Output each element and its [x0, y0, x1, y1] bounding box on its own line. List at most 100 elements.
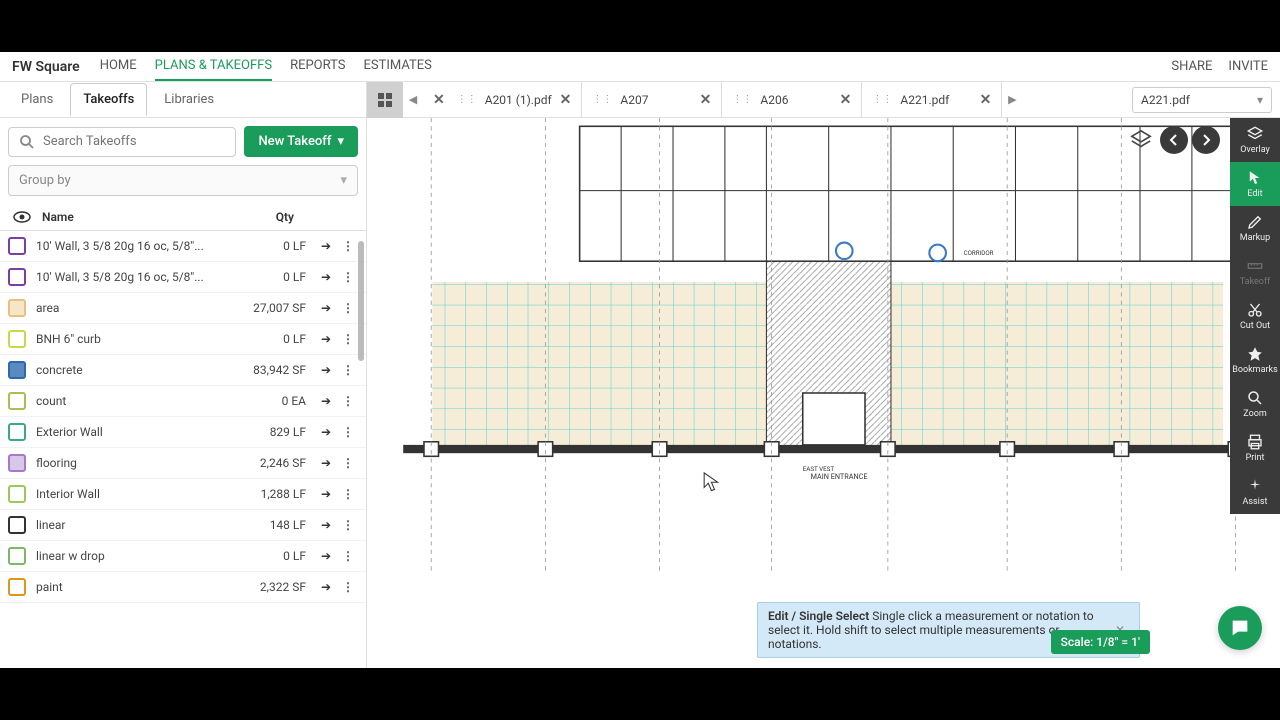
tabs-next[interactable]: ▶: [1002, 93, 1022, 106]
doc-tab-label: A201 (1).pdf: [485, 93, 552, 107]
takeoff-qty: 829 LF: [234, 425, 314, 439]
takeoff-row[interactable]: flooring 2,246 SF ➔ ⋮: [0, 448, 366, 479]
takeoff-row[interactable]: Exterior Wall 829 LF ➔ ⋮: [0, 417, 366, 448]
close-icon[interactable]: ✕: [980, 92, 992, 108]
takeoff-row[interactable]: area 27,007 SF ➔ ⋮: [0, 293, 366, 324]
tab-libraries[interactable]: Libraries: [151, 83, 227, 116]
new-takeoff-button[interactable]: New Takeoff ▾: [244, 126, 358, 157]
goto-arrow-icon[interactable]: ➔: [314, 487, 338, 501]
tab-plans[interactable]: Plans: [8, 83, 66, 116]
takeoff-row[interactable]: Interior Wall 1,288 LF ➔ ⋮: [0, 479, 366, 510]
canvas-prev-button[interactable]: [1160, 126, 1188, 154]
tool-overlay[interactable]: Overlay: [1230, 118, 1280, 162]
doc-selector-dropdown[interactable]: A221.pdf ▾: [1132, 87, 1272, 113]
goto-arrow-icon[interactable]: ➔: [314, 580, 338, 594]
takeoff-row[interactable]: count 0 EA ➔ ⋮: [0, 386, 366, 417]
goto-arrow-icon[interactable]: ➔: [314, 301, 338, 315]
tool-edit[interactable]: Edit: [1230, 162, 1280, 206]
tab-takeoffs[interactable]: Takeoffs: [70, 83, 147, 116]
eye-icon[interactable]: [13, 211, 31, 223]
takeoff-qty: 0 LF: [234, 549, 314, 563]
app-title: FW Square: [12, 59, 80, 75]
goto-arrow-icon[interactable]: ➔: [314, 270, 338, 284]
goto-arrow-icon[interactable]: ➔: [314, 549, 338, 563]
row-menu-icon[interactable]: ⋮: [338, 549, 358, 563]
doc-tab-3[interactable]: ⋮⋮ A221.pdf ✕: [862, 82, 1002, 118]
grip-icon: ⋮⋮: [872, 94, 892, 105]
takeoff-row[interactable]: linear w drop 0 LF ➔ ⋮: [0, 541, 366, 572]
tool-bookmarks[interactable]: Bookmarks: [1230, 338, 1280, 382]
doc-tab-1[interactable]: ⋮⋮ A207 ✕: [582, 82, 722, 118]
column-name[interactable]: Name: [36, 210, 222, 224]
grid-view-button[interactable]: [367, 82, 403, 118]
row-menu-icon[interactable]: ⋮: [338, 239, 358, 253]
goto-arrow-icon[interactable]: ➔: [314, 425, 338, 439]
takeoff-row[interactable]: linear 148 LF ➔ ⋮: [0, 510, 366, 541]
goto-arrow-icon[interactable]: ➔: [314, 518, 338, 532]
doc-tab-2[interactable]: ⋮⋮ A206 ✕: [722, 82, 862, 118]
nav-home[interactable]: HOME: [100, 52, 137, 81]
goto-arrow-icon[interactable]: ➔: [314, 239, 338, 253]
goto-arrow-icon[interactable]: ➔: [314, 456, 338, 470]
nav-reports[interactable]: REPORTS: [290, 52, 345, 81]
doc-tabs: ◀ ✕ ⋮⋮ A201 (1).pdf ✕ ⋮⋮ A207 ✕ ⋮⋮ A206 …: [367, 82, 1280, 117]
secondary-row: Plans Takeoffs Libraries ◀ ✕ ⋮⋮ A201 (1)…: [0, 82, 1280, 118]
close-icon[interactable]: ✕: [560, 92, 572, 108]
takeoff-row[interactable]: 10' Wall, 3 5/8 20g 16 oc, 5/8"... 0 LF …: [0, 262, 366, 293]
nav-estimates[interactable]: ESTIMATES: [364, 52, 432, 81]
column-qty[interactable]: Qty: [222, 210, 302, 224]
goto-arrow-icon[interactable]: ➔: [314, 332, 338, 346]
takeoff-name: concrete: [36, 363, 234, 377]
canvas-nav: [1160, 126, 1220, 154]
doc-tab-0[interactable]: ✕ ⋮⋮ A201 (1).pdf ✕: [423, 82, 582, 118]
row-menu-icon[interactable]: ⋮: [338, 363, 358, 377]
canvas-next-button[interactable]: [1192, 126, 1220, 154]
row-menu-icon[interactable]: ⋮: [338, 518, 358, 532]
tabs-prev[interactable]: ◀: [403, 93, 423, 106]
nav-plans-takeoffs[interactable]: PLANS & TAKEOFFS: [155, 52, 272, 81]
tool-zoom[interactable]: Zoom: [1230, 382, 1280, 426]
row-menu-icon[interactable]: ⋮: [338, 332, 358, 346]
row-menu-icon[interactable]: ⋮: [338, 270, 358, 284]
takeoff-color-icon: [8, 392, 26, 410]
svg-text:CORRIDOR: CORRIDOR: [964, 249, 994, 257]
takeoff-name: BNH 6" curb: [36, 332, 234, 346]
groupby-dropdown[interactable]: Group by ▾: [8, 165, 358, 196]
takeoff-name: linear w drop: [36, 549, 234, 563]
takeoff-table-header: Name Qty: [0, 204, 366, 231]
tool-cutout[interactable]: Cut Out: [1230, 294, 1280, 338]
top-nav: HOME PLANS & TAKEOFFS REPORTS ESTIMATES: [100, 52, 432, 81]
takeoff-qty: 0 LF: [234, 270, 314, 284]
close-icon[interactable]: ✕: [700, 92, 712, 108]
row-menu-icon[interactable]: ⋮: [338, 580, 358, 594]
layers-button[interactable]: [1127, 126, 1155, 154]
floorplan-drawing: MAIN ENTRANCE EAST VEST CORRIDOR: [367, 118, 1280, 668]
close-icon[interactable]: ✕: [433, 92, 445, 108]
search-input[interactable]: [43, 134, 225, 149]
takeoff-row[interactable]: concrete 83,942 SF ➔ ⋮: [0, 355, 366, 386]
takeoff-row[interactable]: BNH 6" curb 0 LF ➔ ⋮: [0, 324, 366, 355]
invite-link[interactable]: INVITE: [1228, 59, 1268, 74]
chat-button[interactable]: [1218, 606, 1262, 650]
tool-markup[interactable]: Markup: [1230, 206, 1280, 250]
row-menu-icon[interactable]: ⋮: [338, 394, 358, 408]
goto-arrow-icon[interactable]: ➔: [314, 363, 338, 377]
row-menu-icon[interactable]: ⋮: [338, 456, 358, 470]
scrollbar[interactable]: [356, 231, 366, 668]
goto-arrow-icon[interactable]: ➔: [314, 394, 338, 408]
share-link[interactable]: SHARE: [1171, 59, 1212, 74]
tool-print[interactable]: Print: [1230, 426, 1280, 470]
takeoff-row[interactable]: paint 2,322 SF ➔ ⋮: [0, 572, 366, 603]
row-menu-icon[interactable]: ⋮: [338, 301, 358, 315]
row-menu-icon[interactable]: ⋮: [338, 487, 358, 501]
takeoff-list[interactable]: 10' Wall, 3 5/8 20g 16 oc, 5/8"... 0 LF …: [0, 231, 366, 668]
scale-badge[interactable]: Scale: 1/8" = 1': [1051, 630, 1150, 654]
tool-assist[interactable]: Assist: [1230, 470, 1280, 514]
search-input-wrapper[interactable]: [8, 127, 236, 157]
tool-takeoff[interactable]: Takeoff: [1230, 250, 1280, 294]
row-menu-icon[interactable]: ⋮: [338, 425, 358, 439]
plan-canvas[interactable]: MAIN ENTRANCE EAST VEST CORRIDOR: [367, 118, 1280, 668]
takeoff-row[interactable]: 10' Wall, 3 5/8 20g 16 oc, 5/8"... 0 LF …: [0, 231, 366, 262]
grip-icon: ⋮⋮: [732, 94, 752, 105]
close-icon[interactable]: ✕: [840, 92, 852, 108]
